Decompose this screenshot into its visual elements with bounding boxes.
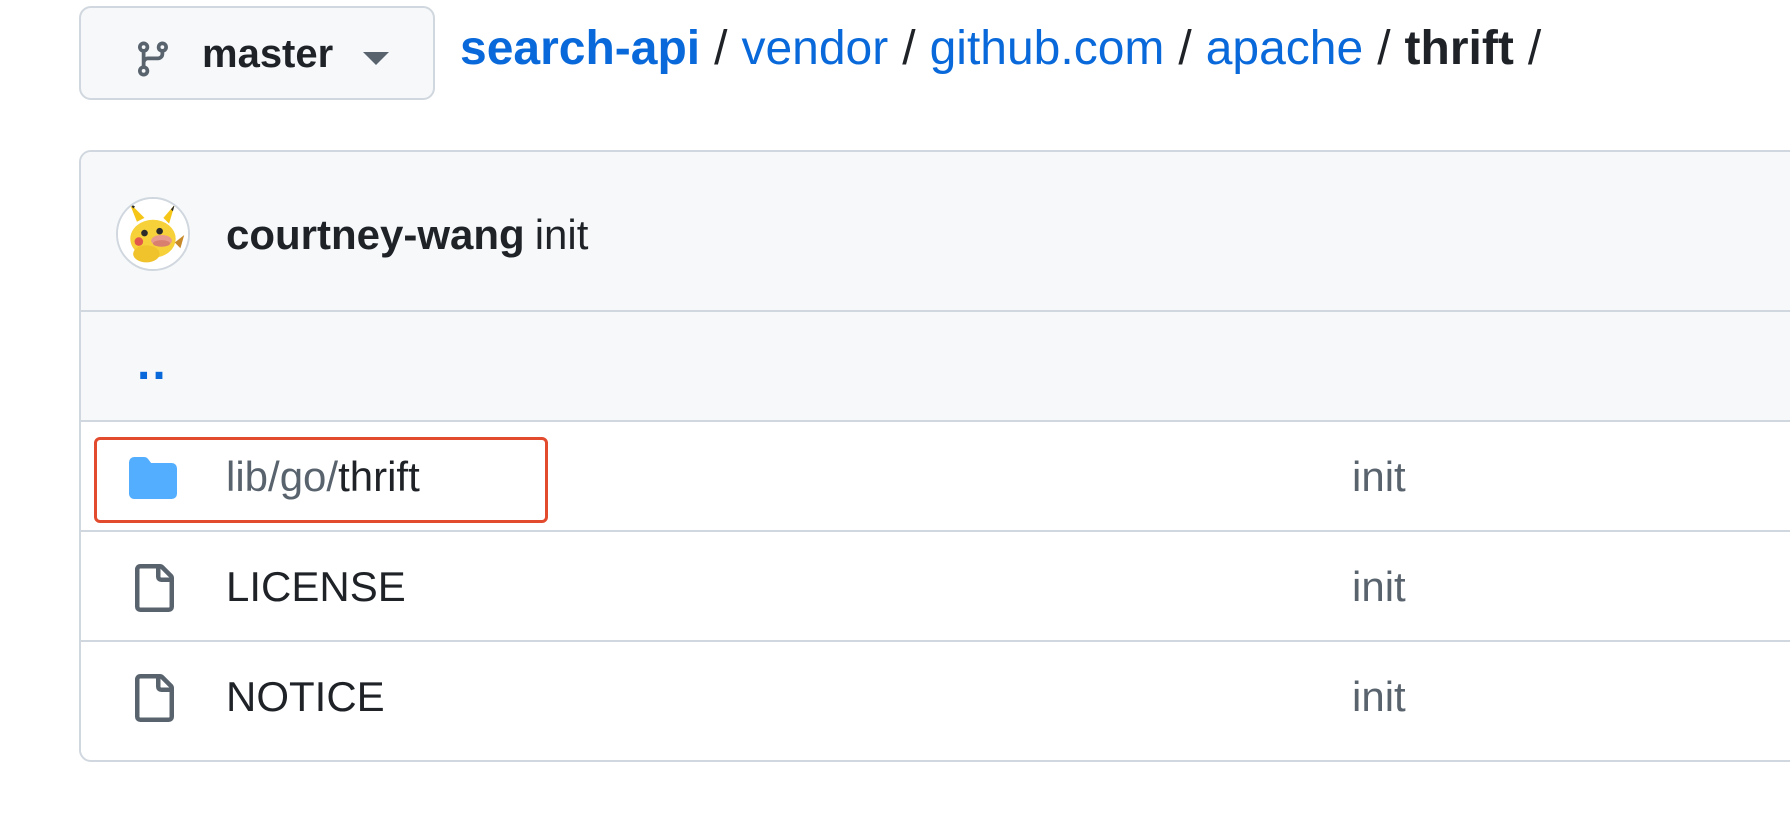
parent-directory-row[interactable]: .. — [81, 312, 1790, 422]
directory-path-prefix: lib/go/ — [226, 453, 339, 500]
parent-directory-link[interactable]: .. — [137, 340, 168, 388]
row-commit-message[interactable]: init — [1352, 566, 1406, 608]
table-row[interactable]: NOTICE init — [81, 642, 1790, 752]
triangle-down-icon — [363, 52, 389, 65]
breadcrumb-separator: / — [1377, 22, 1391, 75]
latest-commit-header: courtney-wang init — [81, 152, 1790, 312]
git-branch-icon — [137, 41, 168, 77]
folder-icon — [129, 457, 177, 499]
breadcrumb-separator: / — [714, 22, 728, 75]
commit-info: courtney-wang init — [226, 214, 588, 256]
table-row[interactable]: LICENSE init — [81, 532, 1790, 642]
breadcrumb-link-github-com[interactable]: github.com — [930, 25, 1165, 73]
file-icon — [135, 674, 174, 722]
breadcrumb-separator: / — [902, 22, 916, 75]
breadcrumb-link-apache[interactable]: apache — [1206, 25, 1363, 73]
file-link[interactable]: LICENSE — [226, 566, 406, 608]
avatar[interactable] — [116, 197, 190, 271]
commit-message-link[interactable]: init — [535, 211, 589, 258]
breadcrumb-separator: / — [1527, 22, 1542, 75]
branch-selector-button[interactable]: master — [79, 6, 435, 100]
branch-name: master — [202, 32, 334, 76]
breadcrumb: search-api / vendor / github.com / apach… — [460, 25, 1555, 73]
pikachu-avatar-icon — [118, 199, 188, 269]
breadcrumb-repo-link[interactable]: search-api — [460, 25, 700, 73]
table-row[interactable]: lib/go/thrift init — [81, 422, 1790, 532]
file-link[interactable]: NOTICE — [226, 676, 385, 718]
commit-author-link[interactable]: courtney-wang — [226, 211, 525, 258]
file-icon — [135, 564, 174, 612]
directory-name: thrift — [338, 453, 420, 500]
row-commit-message[interactable]: init — [1352, 456, 1406, 498]
file-listing: courtney-wang init .. lib/go/thrift init … — [79, 150, 1790, 762]
breadcrumb-link-vendor[interactable]: vendor — [741, 25, 888, 73]
row-commit-message[interactable]: init — [1352, 676, 1406, 718]
breadcrumb-current: thrift — [1404, 22, 1514, 75]
directory-link[interactable]: lib/go/thrift — [226, 456, 420, 498]
breadcrumb-separator: / — [1178, 22, 1192, 75]
